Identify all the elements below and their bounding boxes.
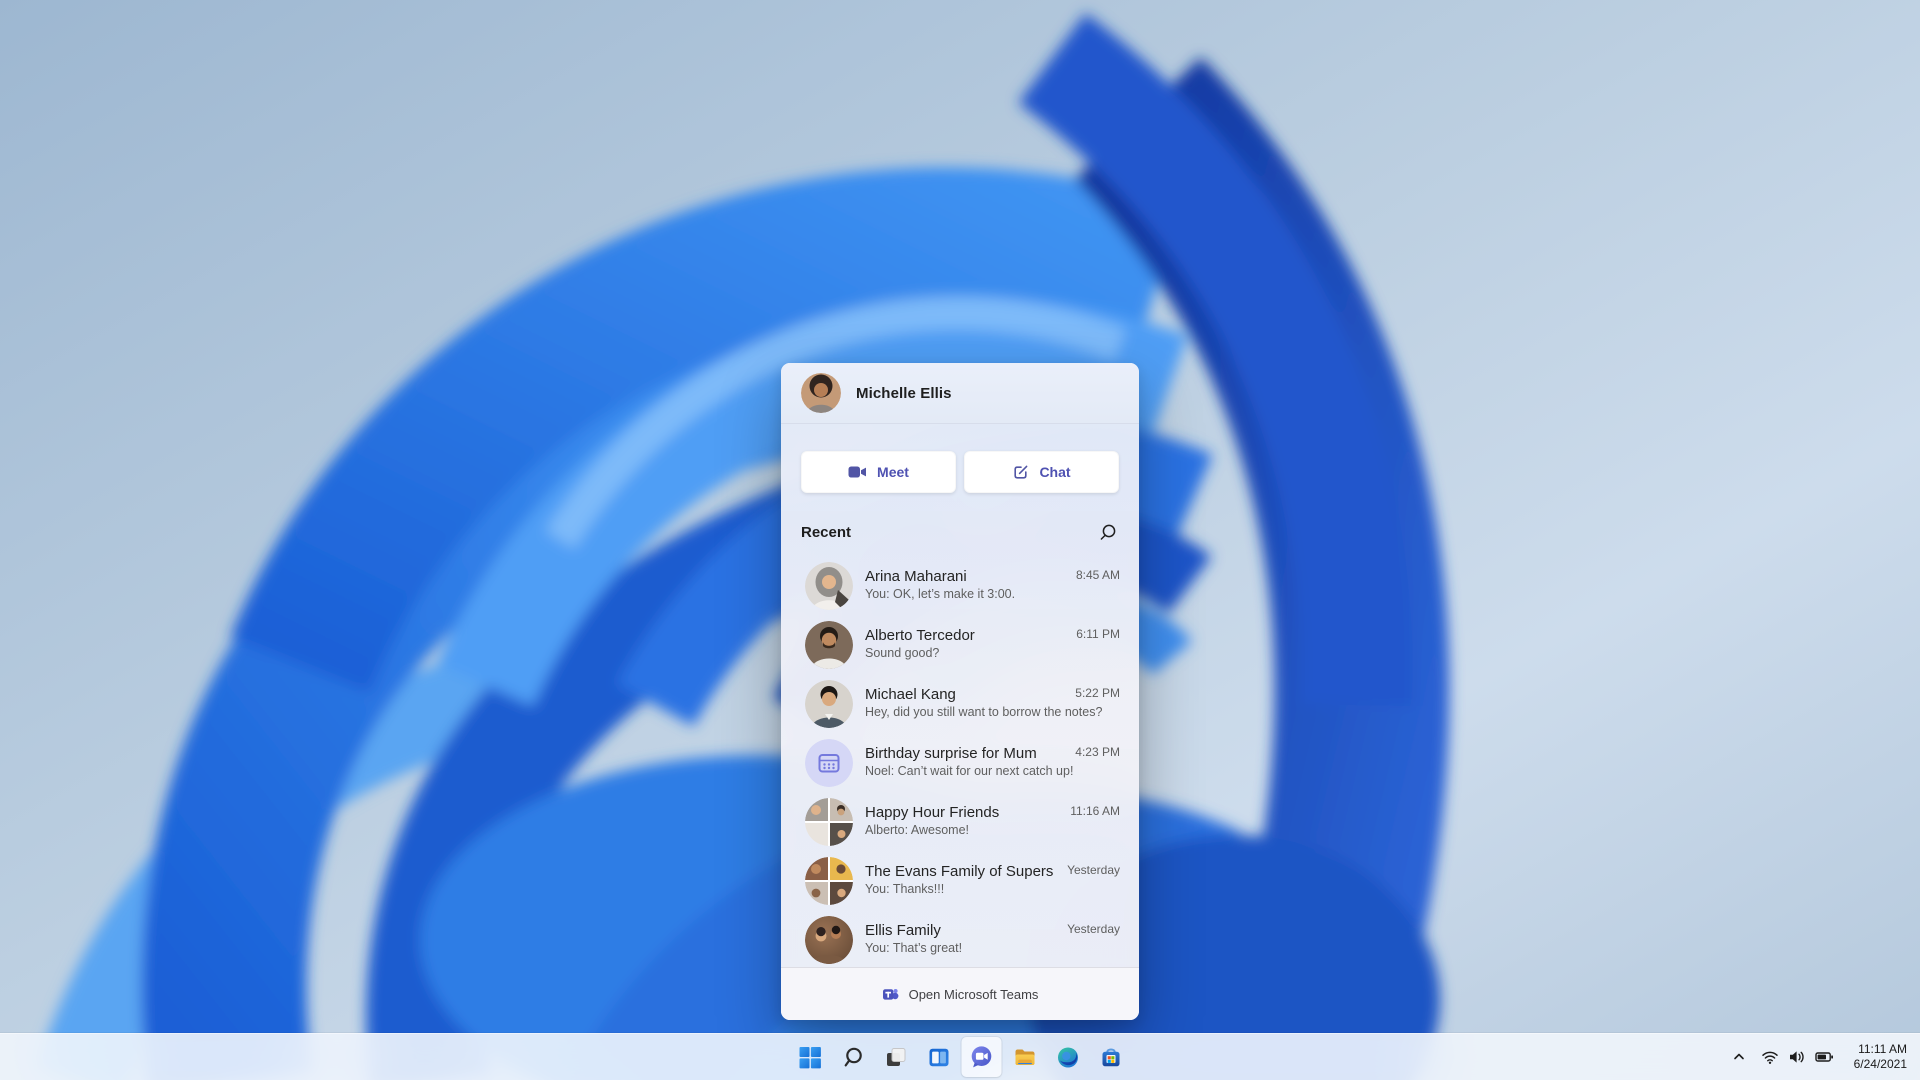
taskbar: 11:11 AM 6/24/2021 [0, 1033, 1920, 1080]
windows-logo-icon [799, 1046, 821, 1068]
chevron-up-icon [1733, 1053, 1744, 1060]
conversation-preview: You: That’s great! [865, 941, 963, 955]
store-button[interactable] [1091, 1037, 1131, 1077]
conversation-preview: Hey, did you still want to borrow the no… [865, 705, 1103, 719]
teams-logo [882, 989, 898, 1000]
conversation-preview: Sound good? [865, 646, 940, 660]
teams-chat-bubble-icon [971, 1046, 992, 1068]
start-button[interactable] [790, 1037, 830, 1077]
conversation-name: Ellis Family [865, 922, 941, 939]
tray-chevron-button[interactable] [1725, 1039, 1753, 1075]
battery-icon [1814, 1052, 1833, 1062]
open-teams-label: Open Microsoft Teams [908, 986, 1039, 1002]
conversation-row[interactable]: Happy Hour Friends 11:16 AM Alberto: Awe… [781, 792, 1139, 851]
conversation-row[interactable]: Ellis Family Yesterday You: That’s great… [781, 910, 1139, 969]
search-button-taskbar[interactable] [833, 1037, 873, 1077]
tray-date: 6/24/2021 [1853, 1057, 1907, 1071]
conversation-preview: You: Thanks!!! [865, 882, 945, 896]
conversation-time: 6:11 PM [1076, 627, 1120, 641]
clock[interactable]: 11:11 AM 6/24/2021 [1848, 1040, 1913, 1074]
conversation-avatar [805, 561, 853, 610]
chat-button[interactable]: Chat [964, 451, 1119, 493]
chat-button-taskbar[interactable] [961, 1037, 1002, 1077]
edge-button[interactable] [1048, 1037, 1088, 1077]
recent-bar: Recent [801, 521, 1118, 543]
user-avatar [801, 373, 841, 413]
search-icon [1100, 524, 1115, 540]
conversation-avatar [805, 797, 853, 846]
meet-button[interactable]: Meet [801, 451, 956, 493]
action-buttons: Meet Chat [801, 451, 1119, 493]
recent-title: Recent [801, 523, 852, 541]
conversation-row[interactable]: Birthday surprise for Mum 4:23 PM Noel: … [781, 733, 1139, 792]
conversation-time: Yesterday [1067, 863, 1120, 877]
conversation-time: 5:22 PM [1075, 686, 1120, 700]
conversation-row[interactable]: Alberto Tercedor 6:11 PM Sound good? [781, 615, 1139, 674]
desktop: Michelle Ellis Meet Chat Recent Arina Ma… [0, 0, 1920, 1080]
conversation-time: 8:45 AM [1075, 568, 1120, 582]
tray-time: 11:11 AM [1858, 1042, 1907, 1056]
conversation-name: Birthday surprise for Mum [865, 745, 1037, 762]
conversation-row[interactable]: Michael Kang 5:22 PM Hey, did you still … [781, 674, 1139, 733]
conversation-avatar [805, 679, 853, 728]
conversation-avatar [805, 915, 853, 964]
task-view-button[interactable] [876, 1037, 916, 1077]
conversation-time: 4:23 PM [1075, 745, 1120, 759]
conversation-name: Michael Kang [865, 686, 956, 703]
conversation-preview: Alberto: Awesome! [865, 823, 969, 837]
edge-swirl-icon [1057, 1047, 1078, 1067]
conversation-row[interactable]: The Evans Family of Supers Yesterday You… [781, 851, 1139, 910]
calendar-icon [805, 738, 853, 787]
conversation-name: Alberto Tercedor [865, 627, 975, 644]
flyout-header[interactable]: Michelle Ellis [781, 363, 1139, 424]
widgets-panel-icon [929, 1048, 948, 1066]
file-explorer-button[interactable] [1005, 1037, 1045, 1077]
widgets-button[interactable] [919, 1037, 959, 1077]
wifi-icon [1761, 1051, 1778, 1064]
taskbar-center-icons [790, 1037, 1131, 1077]
conversation-list: Arina Maharani 8:45 AM You: OK, let’s ma… [781, 556, 1139, 969]
conversation-preview: You: OK, let’s make it 3:00. [865, 587, 1016, 601]
teams-chat-flyout: Michelle Ellis Meet Chat Recent Arina Ma… [781, 363, 1139, 1020]
open-teams-button[interactable]: Open Microsoft Teams [781, 967, 1139, 1020]
search-button[interactable] [1096, 521, 1118, 543]
conversation-time: 11:16 AM [1070, 804, 1120, 818]
conversation-row[interactable]: Arina Maharani 8:45 AM You: OK, let’s ma… [781, 556, 1139, 615]
conversation-avatar [805, 620, 853, 669]
overlapping-squares-icon [886, 1047, 905, 1066]
conversation-avatar [805, 856, 853, 905]
conversation-name: Happy Hour Friends [865, 804, 1000, 821]
store-bag-icon [1102, 1047, 1119, 1066]
speaker-icon [1789, 1051, 1804, 1063]
folder-icon [1015, 1049, 1034, 1065]
magnifier-icon [844, 1047, 862, 1066]
chat-label: Chat [1039, 464, 1071, 480]
meet-label: Meet [877, 464, 909, 480]
network-volume-battery-button[interactable] [1755, 1039, 1840, 1075]
conversation-preview: Noel: Can’t wait for our next catch up! [865, 764, 1074, 778]
conversation-name: Arina Maharani [865, 568, 967, 585]
compose-icon [1014, 465, 1028, 479]
system-tray: 11:11 AM 6/24/2021 [1725, 1034, 1913, 1080]
user-name: Michelle Ellis [856, 384, 952, 402]
video-camera-icon [848, 466, 867, 478]
conversation-name: The Evans Family of Supers [865, 863, 1054, 880]
conversation-time: Yesterday [1067, 922, 1120, 936]
